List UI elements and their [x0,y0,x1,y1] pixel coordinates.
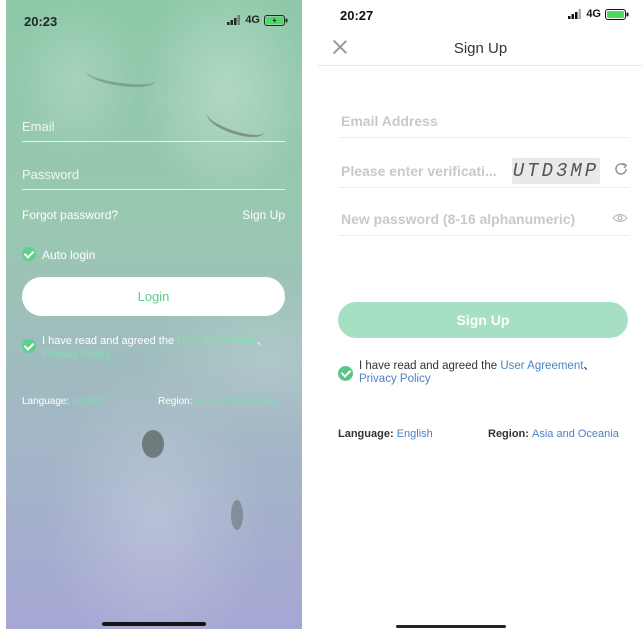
status-time: 20:27 [340,8,374,23]
privacy-policy-link[interactable]: Privacy Policy [359,373,431,385]
home-indicator [396,625,506,628]
sign-up-button[interactable]: Sign Up [338,302,628,338]
language-selector[interactable]: Language: English [22,396,105,407]
refresh-icon[interactable] [613,161,629,177]
status-bar: 20:23 4G [24,14,288,34]
language-value[interactable]: English [72,396,105,407]
eye-icon[interactable] [612,212,628,224]
home-indicator [102,622,206,626]
email-field-container [22,112,285,142]
forgot-password-link[interactable]: Forgot password? [22,208,118,222]
user-agreement-link[interactable]: User Agreement [500,360,583,372]
network-type: 4G [245,14,260,26]
region-value[interactable]: Asia and Oceania [195,396,274,407]
agreement-check-icon[interactable] [22,339,36,353]
auto-login-label[interactable]: Auto login [42,248,95,262]
verification-field-container: UTD3MP [338,156,630,188]
password-field[interactable] [22,160,285,189]
region-selector[interactable]: Region: Asia and Oceania [158,396,274,407]
verification-code-field[interactable] [341,156,509,186]
page-title: Sign Up [453,40,508,57]
region-value[interactable]: Asia and Oceania [532,428,619,440]
region-label: Region: [158,396,193,407]
language-selector[interactable]: Language: English [338,428,433,440]
battery-icon [605,8,629,20]
email-address-field-container [338,106,630,138]
user-agreement-link[interactable]: User Agreement [177,335,256,347]
agreement-prefix: I have read and agreed the [359,360,501,372]
signup-screen: 20:27 4G Sign Up UTD3MP [318,0,643,629]
region-label: Region: [488,428,529,440]
captcha-image[interactable]: UTD3MP [512,158,600,184]
login-button[interactable]: Login [22,277,285,316]
email-field[interactable] [22,112,285,141]
agreement-text: I have read and agreed the User Agreemen… [359,360,634,386]
signal-icon [568,9,582,19]
language-label: Language: [338,428,394,440]
email-address-field[interactable] [341,106,621,136]
agreement-separator: 、 [583,360,595,372]
sign-up-link[interactable]: Sign Up [242,208,285,222]
agreement-check-icon[interactable] [338,366,353,381]
agreement-separator: 、 [256,335,268,347]
navigation-bar: Sign Up [318,30,643,66]
region-selector[interactable]: Region: Asia and Oceania [488,428,619,440]
status-time: 20:23 [24,14,58,29]
background-photo-detail [231,500,243,530]
agreement-prefix: I have read and agreed the [42,335,178,347]
network-type: 4G [586,8,601,20]
agreement-text: I have read and agreed the User Agreemen… [42,335,282,361]
privacy-policy-link[interactable]: Privacy Policy [42,348,110,360]
battery-icon [264,14,288,26]
status-bar: 20:27 4G [340,8,629,28]
new-password-field-container [338,204,630,236]
background-photo-detail [142,430,164,458]
language-label: Language: [22,396,70,407]
signal-icon [227,15,241,25]
login-screen: 20:23 4G Forgot password? Sign Up Auto l… [6,0,302,629]
password-field-container [22,160,285,190]
language-value[interactable]: English [397,428,433,440]
status-indicators: 4G [568,8,629,20]
new-password-field[interactable] [341,204,601,234]
auto-login-check-icon[interactable] [22,247,36,261]
status-indicators: 4G [227,14,288,26]
